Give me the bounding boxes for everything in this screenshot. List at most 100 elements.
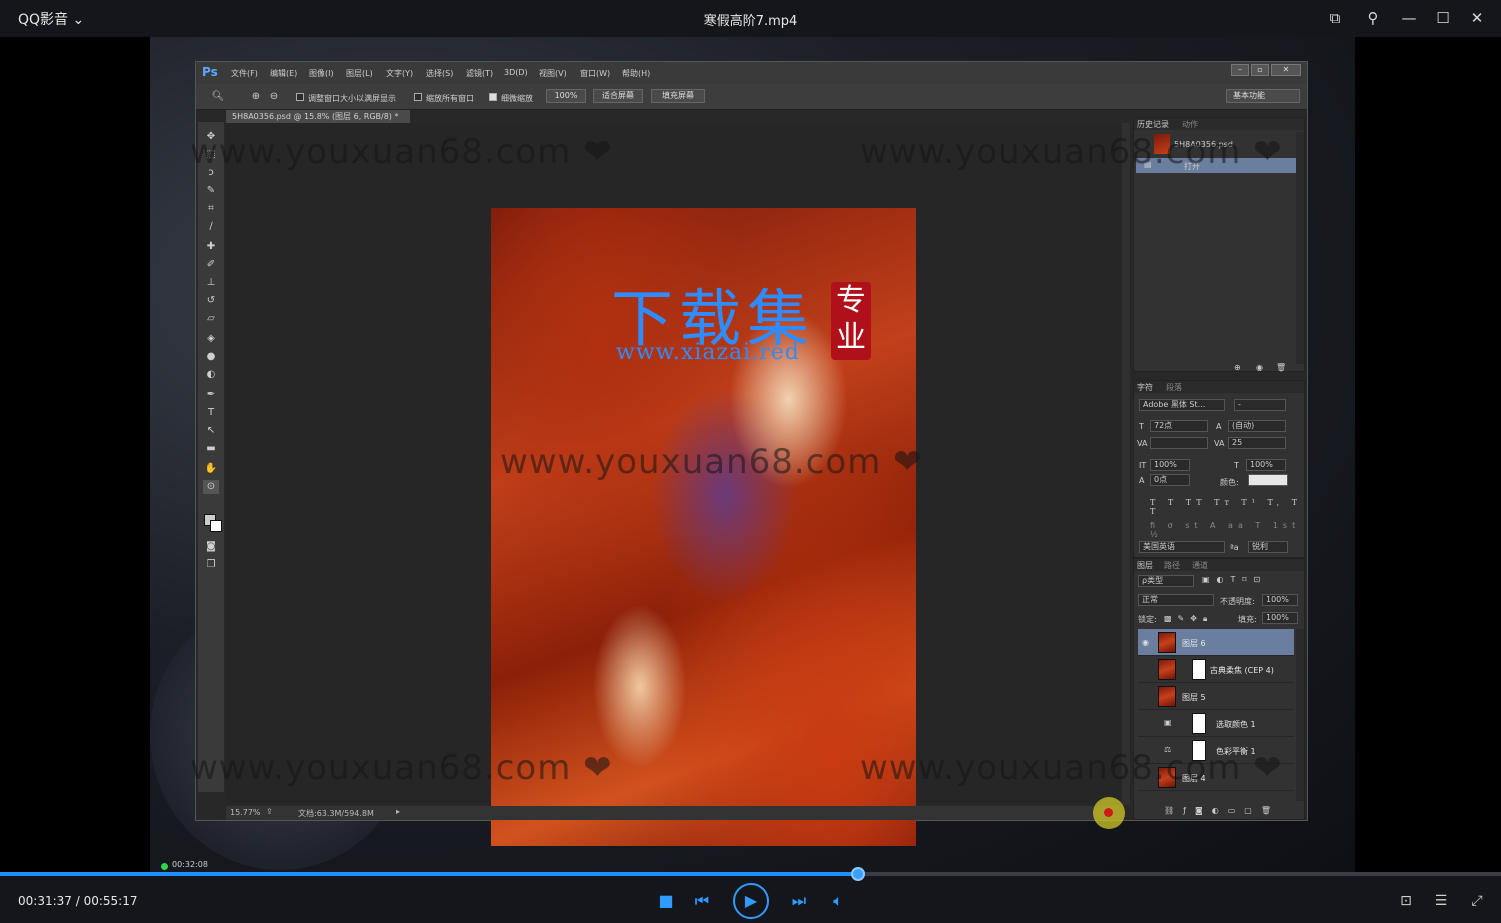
path-select-tool-icon[interactable]: ↖ xyxy=(203,424,219,438)
crop-tool-icon[interactable]: ⌗ xyxy=(203,202,219,216)
maximize-icon[interactable]: ☐ xyxy=(1432,8,1454,28)
healing-tool-icon[interactable]: ✚ xyxy=(203,240,219,254)
history-scrollbar[interactable] xyxy=(1296,132,1304,364)
tab-character[interactable]: 字符 xyxy=(1137,382,1153,393)
tab-layers[interactable]: 图层 xyxy=(1137,560,1153,571)
tab-paragraph[interactable]: 段落 xyxy=(1166,382,1182,393)
ps-menu-window[interactable]: 窗口(W) xyxy=(580,68,610,79)
scrubby-zoom-checkbox[interactable] xyxy=(489,93,497,101)
ps-menu-edit[interactable]: 编辑(E) xyxy=(270,68,297,79)
ps-menu-type[interactable]: 文字(Y) xyxy=(386,68,413,79)
fullscreen-icon[interactable]: ⤢ xyxy=(1467,891,1487,911)
pin-icon[interactable]: ⚲ xyxy=(1362,8,1384,28)
fill-screen-button[interactable]: 填充屏幕 xyxy=(651,89,705,103)
zoom-all-checkbox[interactable] xyxy=(414,93,422,101)
zoom-tool-icon[interactable]: 🔍︎ xyxy=(210,90,226,104)
history-brush-tool-icon[interactable]: ↺ xyxy=(203,294,219,308)
ps-menu-file[interactable]: 文件(F) xyxy=(231,68,258,79)
layer-row[interactable]: ◉ 图层 6 xyxy=(1138,629,1294,656)
horizontal-scale-field[interactable]: 100% xyxy=(1246,459,1286,471)
tab-paths[interactable]: 路径 xyxy=(1164,560,1180,571)
screenshot-icon[interactable]: ⧉ xyxy=(1324,8,1346,28)
background-color-swatch[interactable] xyxy=(210,520,222,532)
ps-menu-view[interactable]: 视图(V) xyxy=(539,68,567,79)
ps-menu-image[interactable]: 图像(I) xyxy=(309,68,334,79)
tab-history[interactable]: 历史记录 xyxy=(1137,119,1169,130)
fill-field[interactable]: 100% xyxy=(1262,612,1298,624)
opentype-buttons[interactable]: ﬁ σ st A aa T 1st ½ xyxy=(1150,521,1304,539)
dodge-tool-icon[interactable]: ◐ xyxy=(203,368,219,382)
shape-tool-icon[interactable]: ▬ xyxy=(203,442,219,456)
zoom-tool-active-icon[interactable]: ⊙ xyxy=(203,480,219,494)
history-trash-icon[interactable]: 🗑︎ xyxy=(1276,363,1286,372)
status-menu-arrow-icon[interactable]: ▸ xyxy=(396,807,400,816)
zoom-100-button[interactable]: 100% xyxy=(546,89,586,103)
resize-windows-checkbox[interactable] xyxy=(296,93,304,101)
paint-bucket-tool-icon[interactable]: ◈ xyxy=(203,332,219,346)
antialias-select[interactable]: 锐利 xyxy=(1248,541,1288,553)
tab-actions[interactable]: 动作 xyxy=(1182,119,1198,130)
next-icon[interactable]: ⏭ xyxy=(788,890,810,912)
layer-row[interactable]: ▣ 选取颜色 1 xyxy=(1138,710,1294,737)
volume-icon[interactable]: 🔈︎ xyxy=(827,890,849,912)
ps-minimize-button[interactable]: – xyxy=(1231,64,1249,76)
previous-icon[interactable]: ⏮ xyxy=(691,890,713,912)
type-style-buttons[interactable]: T T TT Tт T¹ T, T T xyxy=(1150,498,1304,516)
quick-select-tool-icon[interactable]: ✎ xyxy=(203,184,219,198)
ps-menu-help[interactable]: 帮助(H) xyxy=(622,68,650,79)
zoom-out-icon[interactable]: ⊖ xyxy=(266,90,282,104)
camera-icon[interactable]: ◉ xyxy=(1256,363,1263,372)
zoom-in-icon[interactable]: ⊕ xyxy=(248,90,264,104)
ps-menu-filter[interactable]: 滤镜(T) xyxy=(466,68,493,79)
opacity-field[interactable]: 100% xyxy=(1262,594,1298,606)
ps-menu-layer[interactable]: 图层(L) xyxy=(346,68,373,79)
eraser-tool-icon[interactable]: ▱ xyxy=(203,312,219,326)
text-color-swatch[interactable] xyxy=(1248,474,1288,486)
screen-mode-icon[interactable]: ❐ xyxy=(203,558,219,572)
document-tab[interactable]: 5H8A0356.psd @ 15.8% (图层 6, RGB/8) * xyxy=(226,110,410,123)
stamp-tool-icon[interactable]: ⊥ xyxy=(203,276,219,290)
font-family-select[interactable]: Adobe 黑体 St... xyxy=(1139,399,1225,411)
canvas-vertical-scrollbar[interactable] xyxy=(1122,123,1130,805)
lock-icons[interactable]: ▩✎✥🔒︎ xyxy=(1164,614,1213,624)
baseline-shift-field[interactable]: 0点 xyxy=(1150,474,1190,486)
new-snapshot-icon[interactable]: ⊕ xyxy=(1234,363,1241,372)
tracking-field[interactable]: 25 xyxy=(1228,437,1286,449)
kerning-field[interactable] xyxy=(1150,437,1208,449)
font-style-select[interactable]: - xyxy=(1234,399,1286,411)
eyedropper-tool-icon[interactable]: ∕ xyxy=(203,220,219,234)
ps-menu-3d[interactable]: 3D(D) xyxy=(504,68,528,77)
type-tool-icon[interactable]: T xyxy=(203,406,219,420)
language-select[interactable]: 美国英语 xyxy=(1139,541,1225,553)
minimize-icon[interactable]: — xyxy=(1398,8,1420,28)
video-enhance-icon[interactable]: ⊡ xyxy=(1396,891,1416,911)
eye-icon[interactable]: ◉ xyxy=(1142,638,1152,647)
layer-row[interactable]: 古典柔焦 (CEP 4) xyxy=(1138,656,1294,683)
fit-screen-button[interactable]: 适合屏幕 xyxy=(593,89,643,103)
layer-filter-select[interactable]: ρ类型 xyxy=(1138,575,1194,587)
layer-row[interactable]: 图层 5 xyxy=(1138,683,1294,710)
share-icon[interactable]: ⇪ xyxy=(266,807,273,816)
tab-channels[interactable]: 通道 xyxy=(1192,560,1208,571)
blend-mode-select[interactable]: 正常 xyxy=(1138,594,1214,606)
ps-close-button[interactable]: ✕ xyxy=(1271,64,1301,76)
vertical-scale-field[interactable]: 100% xyxy=(1150,459,1190,471)
quick-mask-icon[interactable]: ◙ xyxy=(203,540,219,554)
layer-filter-icons[interactable]: ▣◐T⌑⊡ xyxy=(1202,575,1267,584)
layers-footer-icons[interactable]: ⛓ƒ◙◐▭▢🗑︎ xyxy=(1164,806,1280,815)
hand-tool-icon[interactable]: ✋ xyxy=(203,462,219,476)
play-icon[interactable]: ▶ xyxy=(733,883,769,919)
ps-restore-button[interactable]: ▫ xyxy=(1251,64,1269,76)
ps-menu-select[interactable]: 选择(S) xyxy=(426,68,453,79)
stop-icon[interactable]: ■ xyxy=(655,890,677,912)
pen-tool-icon[interactable]: ✒ xyxy=(203,388,219,402)
brush-tool-icon[interactable]: ✐ xyxy=(203,258,219,272)
close-icon[interactable]: ✕ xyxy=(1466,8,1488,28)
status-zoom[interactable]: 15.77% xyxy=(230,808,261,817)
font-size-field[interactable]: 72点 xyxy=(1150,420,1208,432)
workspace-select[interactable]: 基本功能 xyxy=(1226,89,1300,103)
settings-icon[interactable]: ☰ xyxy=(1431,891,1451,911)
progress-knob[interactable] xyxy=(851,867,865,881)
blur-tool-icon[interactable]: ● xyxy=(203,350,219,364)
layers-scrollbar[interactable] xyxy=(1296,629,1304,801)
